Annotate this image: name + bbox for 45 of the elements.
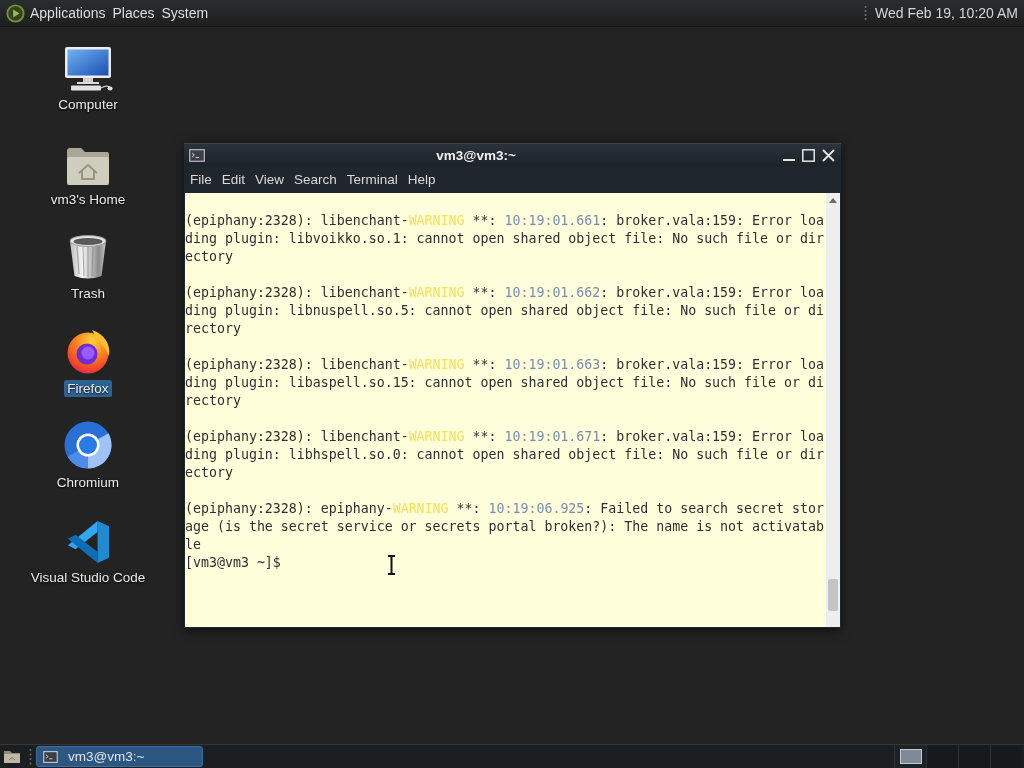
window-title: vm3@vm3:~ — [435, 147, 517, 163]
maximize-icon[interactable] — [802, 148, 815, 162]
menu-item[interactable]: View — [250, 172, 290, 187]
log-message: (epiphany:2328): libenchant-WARNING **: 10:19:01.663: broker.vala:159: Error loading plugin: libaspell.so.15: cannot open shared object file: No such file or directory — [185, 356, 825, 410]
desktop-icon-label[interactable]: vm3's Home — [47, 190, 129, 208]
log-message: (epiphany:2328): epiphany-WARNING **: 10:19:06.925: Failed to search secret storage (is the secret service or secrets portal broken?): The name is not activatable — [185, 500, 825, 554]
menu-item[interactable]: Help — [402, 172, 441, 187]
log-message: (epiphany:2328): libenchant-WARNING **: 10:19:01.662: broker.vala:159: Error loading plugin: libnuspell.so.5: cannot open shared object file: No such file or directory — [185, 284, 825, 338]
close-icon[interactable] — [822, 148, 835, 162]
clock[interactable]: Wed Feb 19, 10:20 AM — [875, 5, 1018, 21]
desktop-icon-label[interactable]: Chromium — [53, 474, 123, 491]
desktop-icon-label[interactable]: Computer — [55, 96, 121, 113]
menu-item[interactable]: Edit — [216, 172, 251, 187]
panel-menu[interactable]: System — [161, 5, 209, 21]
scrollbar[interactable] — [826, 193, 840, 627]
desktop-icon-label[interactable]: Firefox — [64, 379, 112, 397]
drag-handle-icon[interactable] — [864, 5, 868, 21]
folder-icon[interactable] — [3, 749, 21, 764]
menu-item[interactable]: Search — [289, 172, 342, 187]
terminal-icon — [189, 148, 205, 162]
desktop-icon-label[interactable]: Trash — [68, 285, 108, 302]
vscode-icon[interactable] — [66, 519, 110, 564]
log-message: (epiphany:2328): libenchant-WARNING **: 10:19:01.661: broker.vala:159: Error loading plugin: libvoikko.so.1: cannot open shared object file: No such file or directory — [185, 212, 825, 266]
trash-icon[interactable] — [68, 234, 108, 280]
chromium-icon[interactable] — [64, 421, 112, 469]
shell-prompt: [vm3@vm3 ~]$ — [185, 554, 281, 572]
workspace-thumbnail[interactable] — [926, 745, 958, 768]
taskbar-button[interactable]: vm3@vm3:~ — [36, 746, 203, 767]
panel-menu[interactable]: Places — [112, 5, 155, 21]
workspace-thumbnail[interactable] — [958, 745, 990, 768]
scrollbar-thumb[interactable] — [828, 579, 838, 611]
desktop-icon-label[interactable]: Visual Studio Code — [27, 568, 149, 586]
workspace-thumbnail[interactable] — [990, 745, 1022, 768]
home-folder-icon[interactable] — [65, 145, 111, 186]
play-logo-icon[interactable] — [6, 3, 25, 23]
menu-item[interactable]: File — [185, 172, 217, 187]
drag-handle-icon[interactable] — [29, 747, 32, 766]
panel-menu[interactable]: Applications — [30, 5, 106, 21]
menu-item[interactable]: Terminal — [341, 172, 403, 187]
text-cursor-icon — [387, 555, 396, 575]
computer-icon[interactable] — [63, 47, 113, 91]
terminal-icon — [43, 750, 58, 763]
log-message: (epiphany:2328): libenchant-WARNING **: 10:19:01.671: broker.vala:159: Error loading plugin: libhspell.so.0: cannot open shared object file: No such file or directory — [185, 428, 825, 482]
workspace-thumbnail[interactable] — [894, 745, 926, 768]
scroll-up-arrow-icon[interactable] — [829, 198, 837, 203]
